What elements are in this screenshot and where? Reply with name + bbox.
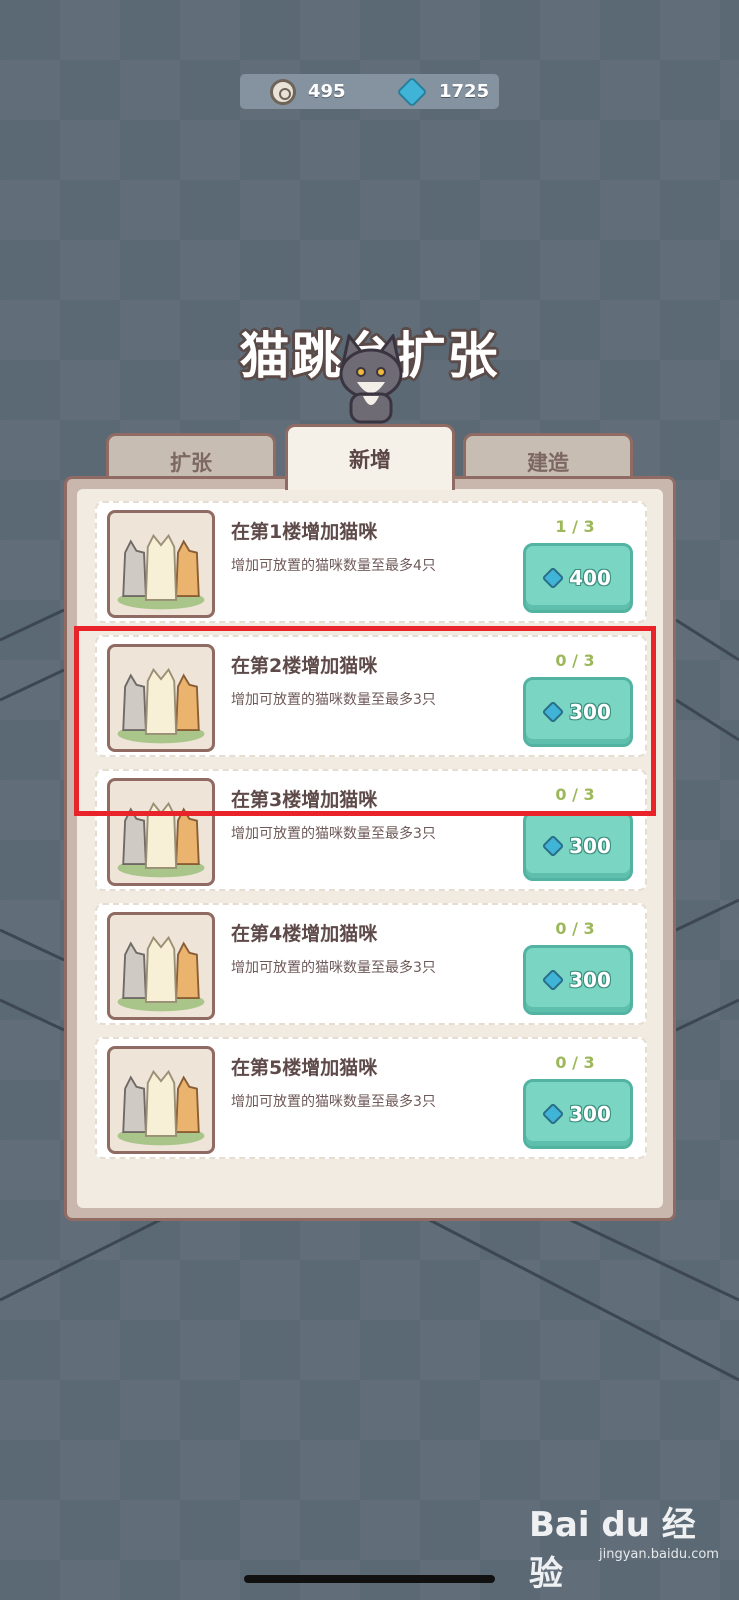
buy-button[interactable]: 400 [523, 543, 633, 613]
price-label: 300 [569, 1102, 611, 1126]
price-label: 300 [569, 834, 611, 858]
gem-amount: 1725 [439, 81, 490, 102]
buy-button[interactable]: 300 [523, 945, 633, 1015]
three-cats-icon [107, 510, 215, 618]
item-description: 增加可放置的猫咪数量至最多3只 [231, 960, 436, 976]
watermark: Bai du 经验 jingyan.baidu.com [529, 1497, 719, 1594]
coin-icon [270, 78, 296, 105]
list-item: 在第4楼增加猫咪 增加可放置的猫咪数量至最多3只 0 / 3 300 [95, 903, 647, 1025]
gem-icon [396, 75, 428, 108]
item-title: 在第1楼增加猫咪 [231, 521, 378, 543]
cat-mascot-icon [339, 334, 403, 424]
gem-icon [541, 566, 565, 590]
currency-bar: 495 1725 [240, 74, 499, 109]
watermark-url: jingyan.baidu.com [599, 1547, 719, 1562]
gem-icon [541, 968, 565, 992]
item-title: 在第4楼增加猫咪 [231, 923, 378, 945]
item-title: 在第5楼增加猫咪 [231, 1057, 378, 1079]
price-label: 400 [569, 566, 611, 590]
coin-counter: 495 [270, 74, 346, 109]
home-indicator [244, 1575, 495, 1583]
coin-amount: 495 [308, 81, 346, 102]
buy-button[interactable]: 300 [523, 811, 633, 881]
item-description: 增加可放置的猫咪数量至最多4只 [231, 558, 436, 574]
price-label: 300 [569, 968, 611, 992]
watermark-brand: Bai du 经验 [529, 1505, 696, 1594]
item-progress: 0 / 3 [555, 919, 595, 938]
item-progress: 1 / 3 [555, 517, 595, 536]
gem-icon [541, 1102, 565, 1126]
list-item: 在第1楼增加猫咪 增加可放置的猫咪数量至最多4只 1 / 3 400 [95, 501, 647, 623]
upgrade-list: 在第1楼增加猫咪 增加可放置的猫咪数量至最多4只 1 / 3 400 在第2楼增… [77, 489, 663, 1208]
item-progress: 0 / 3 [555, 1053, 595, 1072]
buy-button[interactable]: 300 [523, 1079, 633, 1149]
list-item: 在第5楼增加猫咪 增加可放置的猫咪数量至最多3只 0 / 3 300 [95, 1037, 647, 1159]
item-description: 增加可放置的猫咪数量至最多3只 [231, 1094, 436, 1110]
highlight-box [74, 626, 656, 816]
three-cats-icon [107, 912, 215, 1020]
item-description: 增加可放置的猫咪数量至最多3只 [231, 826, 436, 842]
gem-counter: 1725 [396, 74, 490, 109]
tab-add[interactable]: 新增 [285, 424, 455, 490]
upgrade-panel: 在第1楼增加猫咪 增加可放置的猫咪数量至最多4只 1 / 3 400 在第2楼增… [64, 476, 676, 1221]
gem-icon [541, 834, 565, 858]
three-cats-icon [107, 1046, 215, 1154]
